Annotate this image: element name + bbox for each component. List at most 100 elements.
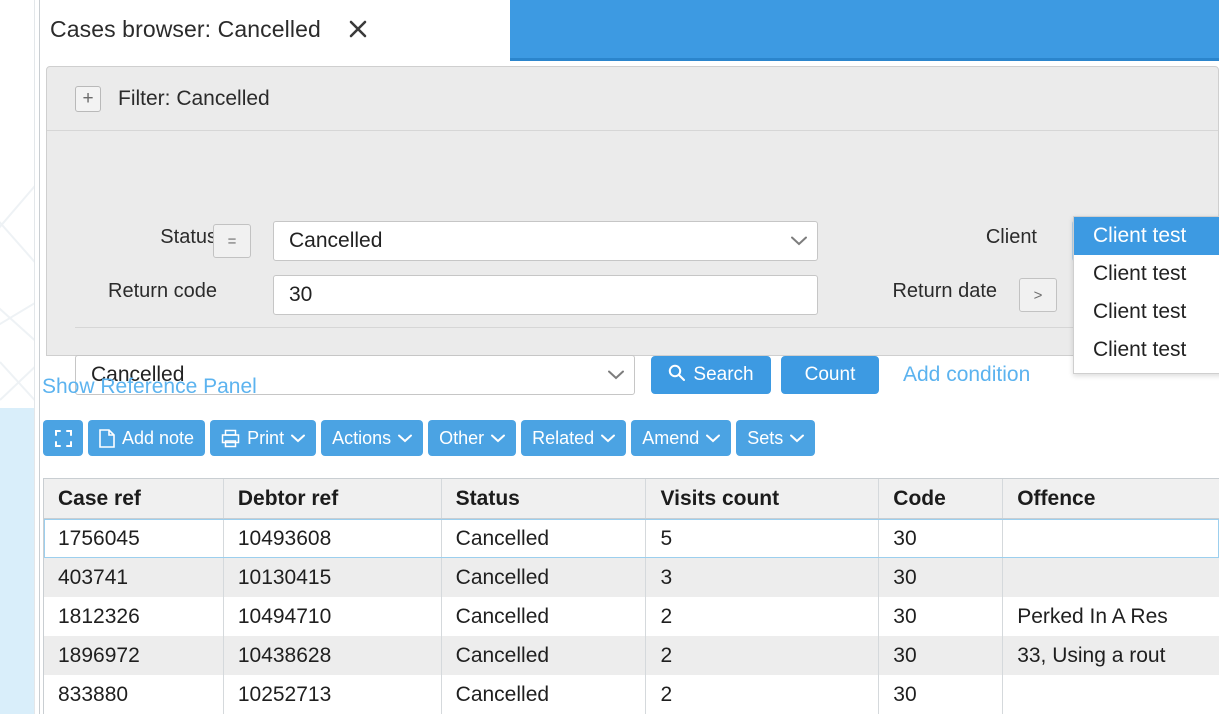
autocomplete-item-label: Client test xyxy=(1093,300,1187,323)
autocomplete-item[interactable]: Client test xyxy=(1074,331,1219,369)
fullscreen-button[interactable] xyxy=(43,420,83,456)
filter-value-status-text: Cancelled xyxy=(289,229,383,252)
print-label: Print xyxy=(247,427,285,448)
add-condition-link[interactable]: Add condition xyxy=(903,363,1030,387)
tab-cases-browser[interactable]: Cases browser: Cancelled xyxy=(40,0,510,58)
table-row[interactable]: 1896972 10438628 Cancelled 2 30 33, Usin… xyxy=(44,636,1219,675)
other-button[interactable]: Other xyxy=(428,420,517,456)
column-header-debtor-ref[interactable]: Debtor ref xyxy=(223,479,442,518)
cell-offence xyxy=(1003,519,1219,558)
column-header-visits-count[interactable]: Visits count xyxy=(646,479,880,518)
cell-visits-count: 2 xyxy=(646,675,880,714)
autocomplete-item[interactable]: Client test xyxy=(1074,217,1219,255)
chevron-down-icon xyxy=(706,434,721,443)
actions-button[interactable]: Actions xyxy=(321,420,424,456)
cell-offence: 33, Using a rout xyxy=(1003,636,1219,675)
amend-button[interactable]: Amend xyxy=(631,420,732,456)
cell-offence xyxy=(1003,675,1219,714)
cell-visits-count: 3 xyxy=(646,558,880,597)
search-icon xyxy=(668,364,686,387)
actions-label: Actions xyxy=(332,427,392,448)
autocomplete-item-label: Client test xyxy=(1093,262,1187,285)
table-row[interactable]: 1812326 10494710 Cancelled 2 30 Perked I… xyxy=(44,597,1219,636)
related-button[interactable]: Related xyxy=(521,420,627,456)
cell-debtor-ref: 10130415 xyxy=(223,558,442,597)
cell-code: 30 xyxy=(879,519,1004,558)
chevron-down-icon xyxy=(601,434,616,443)
filter-value-return-code[interactable]: 30 xyxy=(273,275,818,315)
search-button-label: Search xyxy=(693,364,754,385)
cell-status: Cancelled xyxy=(442,597,647,636)
cell-status: Cancelled xyxy=(441,519,647,558)
related-label: Related xyxy=(532,427,595,448)
sets-button[interactable]: Sets xyxy=(736,420,816,456)
cell-case-ref: 833880 xyxy=(44,675,224,714)
cell-case-ref: 1756045 xyxy=(44,519,224,558)
column-header-offence[interactable]: Offence xyxy=(1003,479,1219,518)
close-icon[interactable] xyxy=(343,14,373,44)
print-button[interactable]: Print xyxy=(210,420,317,456)
plus-icon[interactable]: + xyxy=(75,85,101,112)
cell-visits-count: 2 xyxy=(646,597,880,636)
autocomplete-item[interactable]: Client test xyxy=(1074,293,1219,331)
filter-value-status[interactable]: Cancelled xyxy=(273,221,818,261)
chevron-down-icon xyxy=(791,222,807,260)
cell-offence: Perked In A Res xyxy=(1017,604,1168,628)
search-button[interactable]: Search xyxy=(651,356,771,394)
printer-icon xyxy=(221,429,240,448)
cell-status: Cancelled xyxy=(441,558,647,597)
autocomplete-item-label: Client test xyxy=(1093,338,1187,361)
column-header-case-ref[interactable]: Case ref xyxy=(44,479,224,518)
filter-label-client: Client xyxy=(985,226,1037,248)
chevron-down-icon xyxy=(491,434,506,443)
autocomplete-item[interactable]: Client test xyxy=(1074,255,1219,293)
add-note-button[interactable]: Add note xyxy=(88,420,206,456)
filter-header: + Filter: Cancelled xyxy=(47,67,1218,131)
cell-case-ref: 1896972 xyxy=(44,636,224,675)
cell-status: Cancelled xyxy=(441,636,647,675)
other-label: Other xyxy=(439,427,485,448)
table-row[interactable]: 1756045 10493608 Cancelled 5 30 xyxy=(44,519,1219,558)
filter-operator-return-date[interactable]: > xyxy=(1019,278,1057,312)
count-button[interactable]: Count xyxy=(781,356,879,394)
record-toolbar: Add note Print Actions Other Related Ame… xyxy=(43,420,816,456)
filter-value-return-code-text: 30 xyxy=(289,283,313,306)
cases-table: Case ref Debtor ref Status Visits count … xyxy=(43,478,1219,714)
chevron-down-icon xyxy=(291,434,306,443)
filter-label-status: Status xyxy=(160,226,217,248)
cell-visits-count: 5 xyxy=(646,519,880,558)
cell-code: 30 xyxy=(879,636,1004,675)
table-header-row: Case ref Debtor ref Status Visits count … xyxy=(44,479,1219,519)
background-tint xyxy=(0,408,34,714)
cell-offence xyxy=(1003,558,1219,597)
chevron-down-icon xyxy=(398,434,413,443)
count-button-label: Count xyxy=(804,364,856,385)
fullscreen-icon xyxy=(54,429,73,448)
app-header-bar xyxy=(510,0,1219,58)
sets-label: Sets xyxy=(747,427,784,448)
table-row[interactable]: 833880 10252713 Cancelled 2 30 xyxy=(44,675,1219,714)
cell-debtor-ref: 10493608 xyxy=(223,519,442,558)
cell-debtor-ref: 10252713 xyxy=(224,675,442,714)
client-autocomplete-menu[interactable]: Client test Client test Client test Clie… xyxy=(1073,216,1219,374)
column-header-status[interactable]: Status xyxy=(441,479,647,518)
cell-case-ref: 403741 xyxy=(44,558,224,597)
chevron-down-icon xyxy=(790,434,805,443)
autocomplete-item-label: Client test xyxy=(1093,224,1187,247)
table-row[interactable]: 403741 10130415 Cancelled 3 30 xyxy=(44,558,1219,597)
cell-status: Cancelled xyxy=(442,675,647,714)
app-window: Cases browser: Cancelled + Filter: Cance… xyxy=(0,0,1219,714)
filter-panel: + Filter: Cancelled Status = Cancelled C… xyxy=(46,66,1219,395)
cell-visits-count: 2 xyxy=(646,636,880,675)
show-reference-panel-link[interactable]: Show Reference Panel xyxy=(42,375,257,399)
column-header-code[interactable]: Code xyxy=(879,479,1004,518)
filter-label-return-code: Return code xyxy=(108,280,217,302)
filter-operator-status[interactable]: = xyxy=(213,224,251,258)
cell-code: 30 xyxy=(879,558,1004,597)
cell-case-ref: 1812326 xyxy=(44,597,224,636)
left-rail-edge xyxy=(39,0,40,714)
cell-code: 30 xyxy=(879,597,1004,636)
app-header-underline xyxy=(510,58,1219,61)
amend-label: Amend xyxy=(642,427,700,448)
add-note-label: Add note xyxy=(122,427,195,448)
